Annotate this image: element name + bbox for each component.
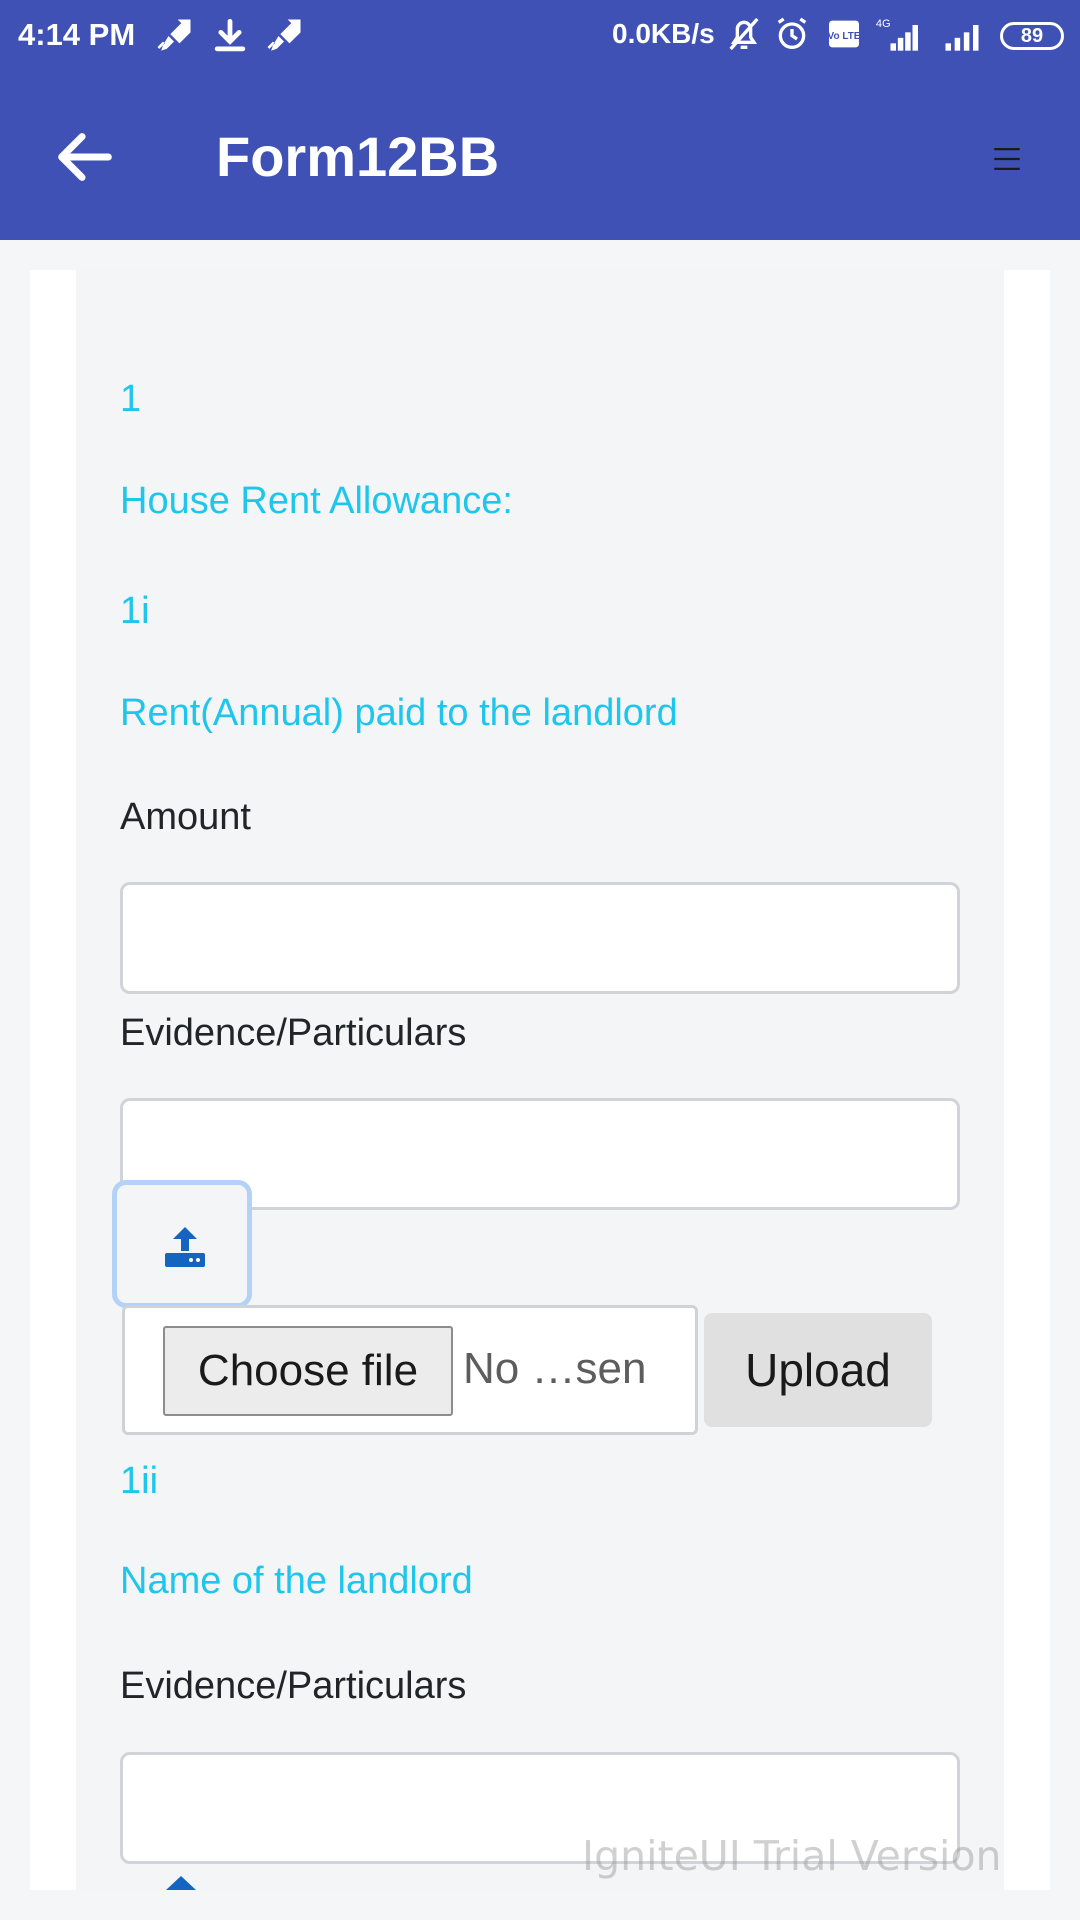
item-1ii-title: Name of the landlord [120, 1560, 473, 1602]
hamburger-icon [994, 147, 1020, 171]
upload-icon [165, 1227, 205, 1267]
amount-input[interactable] [120, 882, 960, 994]
file-input[interactable]: Choose file No …sen [122, 1305, 698, 1435]
bottom-edge [0, 1890, 1080, 1920]
bell-off-icon [724, 14, 768, 58]
volte-icon: Vo LTE [824, 14, 868, 58]
choose-file-button[interactable]: Choose file [163, 1326, 453, 1416]
network-speed: 0.0KB/s [612, 18, 715, 49]
file-status: No …sen [463, 1344, 647, 1393]
section-number: 1 [120, 378, 142, 420]
arrow-left-icon [58, 133, 112, 181]
back-button[interactable] [50, 122, 120, 192]
battery-icon: 89 [1000, 22, 1064, 50]
upload-icon-button[interactable] [112, 1180, 252, 1308]
page-title: Form12BB [216, 125, 500, 188]
section-title: House Rent Allowance: [120, 480, 513, 522]
app-bar: Form12BB [0, 72, 1080, 240]
network-type-label: 4G [876, 18, 891, 30]
status-time: 4:14 PM [18, 17, 136, 52]
evidence-label-2: Evidence/Particulars [120, 1665, 467, 1707]
item-1i-title: Rent(Annual) paid to the landlord [120, 692, 678, 734]
volte-label: Vo LTE [828, 31, 861, 42]
status-bar: 4:14 PM 0.0KB/s Vo LTE 4G 89 [0, 0, 1080, 72]
rocket-icon [152, 14, 196, 58]
download-icon [208, 14, 252, 58]
watermark: IgniteUI Trial Version [582, 1832, 1002, 1880]
signal-icon [940, 14, 984, 58]
item-1i-number: 1i [120, 590, 150, 632]
amount-label: Amount [120, 796, 251, 838]
signal-4g-icon: 4G [872, 14, 918, 58]
item-1ii-number: 1ii [120, 1460, 159, 1502]
rocket-icon [262, 14, 306, 58]
alarm-icon [772, 14, 816, 58]
menu-button[interactable] [990, 142, 1024, 176]
evidence-label: Evidence/Particulars [120, 1012, 467, 1054]
upload-button[interactable]: Upload [704, 1313, 932, 1427]
